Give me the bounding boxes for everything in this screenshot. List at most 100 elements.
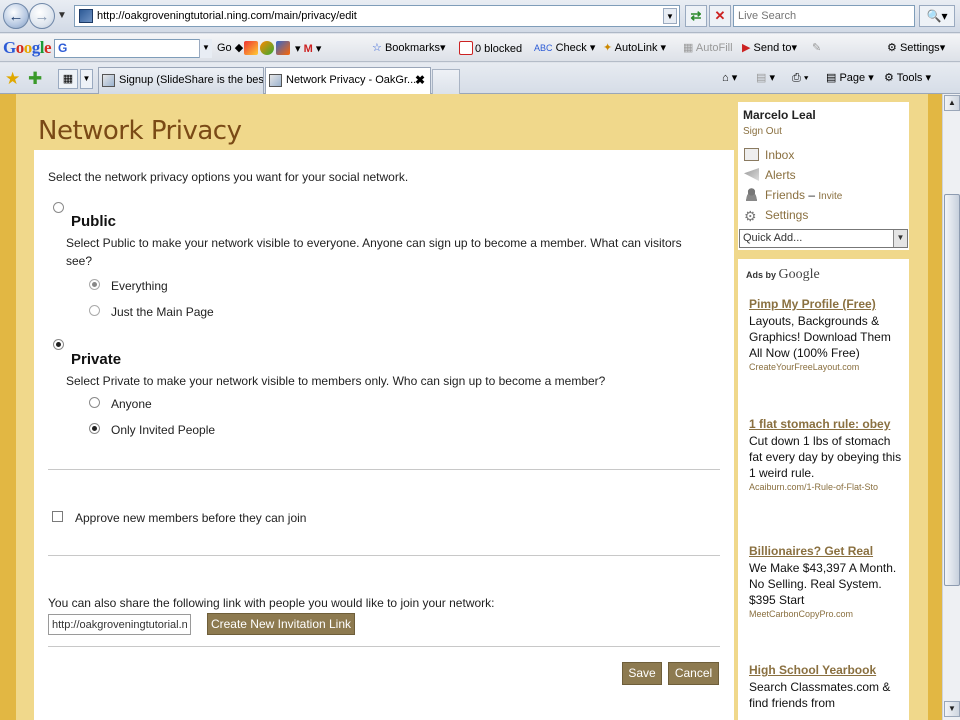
- save-button[interactable]: Save: [622, 662, 662, 685]
- everything-radio[interactable]: [89, 279, 100, 290]
- cancel-button[interactable]: Cancel: [668, 662, 719, 685]
- create-invitation-link-button[interactable]: Create New Invitation Link: [207, 613, 355, 635]
- autofill-button[interactable]: ▦ AutoFill: [683, 41, 733, 56]
- forward-button[interactable]: →: [29, 3, 55, 29]
- add-favorite-icon[interactable]: ✚: [28, 69, 42, 89]
- ad-item: High School Yearbook Search Classmates.c…: [749, 662, 905, 711]
- ad-title-link[interactable]: High School Yearbook: [749, 662, 905, 678]
- send-to-icon: ▶: [742, 42, 751, 54]
- page-icon: ▤: [826, 72, 837, 84]
- google-search-input[interactable]: G: [54, 39, 212, 58]
- ad-title-link[interactable]: 1 flat stomach rule: obey: [749, 416, 905, 432]
- highlight-icon[interactable]: ✎: [812, 41, 821, 56]
- settings-icon: ⚙: [744, 208, 757, 224]
- address-input[interactable]: http://oakgroveningtutorial.ning.com/mai…: [74, 5, 680, 27]
- tools-gear-icon: ⚙: [884, 72, 894, 84]
- ad-url[interactable]: CreateYourFreeLayout.com: [749, 361, 905, 373]
- spell-check-menu[interactable]: ABC Check ▾: [534, 41, 595, 56]
- private-description: Select Private to make your network visi…: [66, 374, 606, 388]
- refresh-icon[interactable]: ⇄: [685, 5, 707, 27]
- tab-list-dropdown-icon[interactable]: ▼: [80, 69, 93, 89]
- vertical-scrollbar[interactable]: ▲ ▼: [942, 94, 960, 720]
- page-favicon-icon: [79, 9, 93, 23]
- ads-by-google-label[interactable]: Ads by Google: [746, 267, 820, 283]
- ad-title-link[interactable]: Billionaires? Get Real: [749, 543, 905, 559]
- popup-blocker-icon: [459, 41, 473, 55]
- bookmarks-menu[interactable]: ☆ Bookmarks▾: [372, 41, 446, 56]
- close-tab-icon[interactable]: ✖: [415, 68, 425, 93]
- back-button[interactable]: ←: [3, 3, 29, 29]
- favorites-star-icon[interactable]: ★: [5, 69, 20, 89]
- ad-item: Pimp My Profile (Free) Layouts, Backgrou…: [749, 296, 905, 373]
- divider: [48, 646, 720, 647]
- anyone-radio[interactable]: [89, 397, 100, 408]
- page-viewport: Network Privacy Select the network priva…: [0, 94, 942, 720]
- quick-add-select[interactable]: Quick Add... ▼: [739, 229, 908, 248]
- news-icon[interactable]: [276, 41, 290, 55]
- toolbar-settings-menu[interactable]: ⚙ Settings▾: [887, 41, 945, 56]
- sidebar-item-friends[interactable]: Friends – Invite: [744, 188, 842, 202]
- google-services-icons[interactable]: ▾ M ▾: [244, 41, 321, 57]
- approve-members-checkbox[interactable]: [52, 511, 63, 522]
- sign-out-link[interactable]: Sign Out: [743, 126, 782, 137]
- scroll-down-icon[interactable]: ▼: [944, 701, 960, 717]
- wand-icon: ✦: [603, 42, 613, 54]
- public-title: Public: [71, 213, 117, 230]
- user-box: Marcelo Leal Sign Out Inbox Alerts Frien…: [738, 102, 909, 250]
- home-menu[interactable]: ⌂ ▾: [722, 70, 737, 86]
- main-page-radio[interactable]: [89, 305, 100, 316]
- ad-title-link[interactable]: Pimp My Profile (Free): [749, 296, 905, 312]
- google-search-dropdown-icon[interactable]: ▼: [199, 39, 212, 58]
- ad-body: Search Classmates.com & find friends fro…: [749, 680, 891, 710]
- pagerank-icon[interactable]: [244, 41, 258, 55]
- search-go-icon[interactable]: 🔍▾: [919, 5, 955, 27]
- page-menu[interactable]: ▤ Page ▾: [826, 70, 874, 86]
- print-menu[interactable]: ⎙ ▾: [792, 70, 809, 86]
- divider: [48, 469, 720, 470]
- divider: [48, 555, 720, 556]
- tab-network-privacy[interactable]: Network Privacy - OakGr... ✖: [265, 67, 431, 95]
- invite-link[interactable]: Invite: [818, 191, 842, 202]
- quick-tabs-icon[interactable]: ▦: [58, 69, 78, 89]
- private-radio[interactable]: [53, 339, 64, 350]
- sidebar-item-inbox[interactable]: Inbox: [744, 148, 794, 162]
- invitation-link-field[interactable]: [48, 614, 191, 635]
- sidebar-item-settings[interactable]: ⚙ Settings: [744, 208, 808, 223]
- scroll-up-icon[interactable]: ▲: [944, 95, 960, 111]
- tools-menu[interactable]: ⚙ Tools ▾: [884, 70, 931, 86]
- history-dropdown[interactable]: ▼: [57, 10, 67, 21]
- google-go-button[interactable]: Go ◆: [217, 41, 243, 56]
- approve-members-label: Approve new members before they can join: [75, 511, 307, 525]
- ad-url[interactable]: MeetCarbonCopyPro.com: [749, 608, 905, 620]
- main-page-label: Just the Main Page: [111, 305, 214, 319]
- new-tab-button[interactable]: [432, 69, 460, 94]
- feeds-menu[interactable]: ▤ ▾: [756, 70, 775, 86]
- ad-body: We Make $43,397 A Month. No Selling. Rea…: [749, 561, 897, 607]
- tab-favicon-icon: [102, 74, 115, 87]
- url-dropdown-icon[interactable]: ▼: [663, 8, 677, 24]
- tab-signup[interactable]: Signup (SlideShare is the bes...: [98, 67, 264, 94]
- google-toolbar-logo[interactable]: Google: [3, 38, 52, 58]
- ad-item: Billionaires? Get Real We Make $43,397 A…: [749, 543, 905, 620]
- intro-text: Select the network privacy options you w…: [48, 170, 409, 184]
- tab-bar: ★ ✚ ▦ ▼ Signup (SlideShare is the bes...…: [0, 63, 960, 95]
- gmail-icon[interactable]: M: [304, 43, 313, 55]
- live-search-box[interactable]: [733, 5, 915, 27]
- stop-icon[interactable]: ✕: [709, 5, 731, 27]
- public-radio[interactable]: [53, 202, 64, 213]
- share-link-text: You can also share the following link wi…: [48, 596, 495, 610]
- picasa-icon[interactable]: [260, 41, 274, 55]
- live-search-input[interactable]: [734, 6, 914, 26]
- tab-favicon-icon: [269, 74, 282, 87]
- scrollbar-thumb[interactable]: [944, 194, 960, 586]
- friends-icon: [744, 188, 759, 201]
- print-icon: ⎙: [792, 72, 801, 84]
- autolink-menu[interactable]: ✦ AutoLink ▾: [603, 41, 666, 56]
- autofill-icon: ▦: [683, 42, 694, 54]
- send-to-menu[interactable]: ▶ Send to▾: [742, 41, 797, 56]
- ad-body: Cut down 1 lbs of stomach fat every day …: [749, 434, 902, 480]
- sidebar-item-alerts[interactable]: Alerts: [744, 168, 796, 182]
- invited-radio[interactable]: [89, 423, 100, 434]
- ad-url[interactable]: Acaiburn.com/1-Rule-of-Flat-Sto: [749, 481, 905, 493]
- popup-blocked[interactable]: 0 blocked: [459, 41, 522, 57]
